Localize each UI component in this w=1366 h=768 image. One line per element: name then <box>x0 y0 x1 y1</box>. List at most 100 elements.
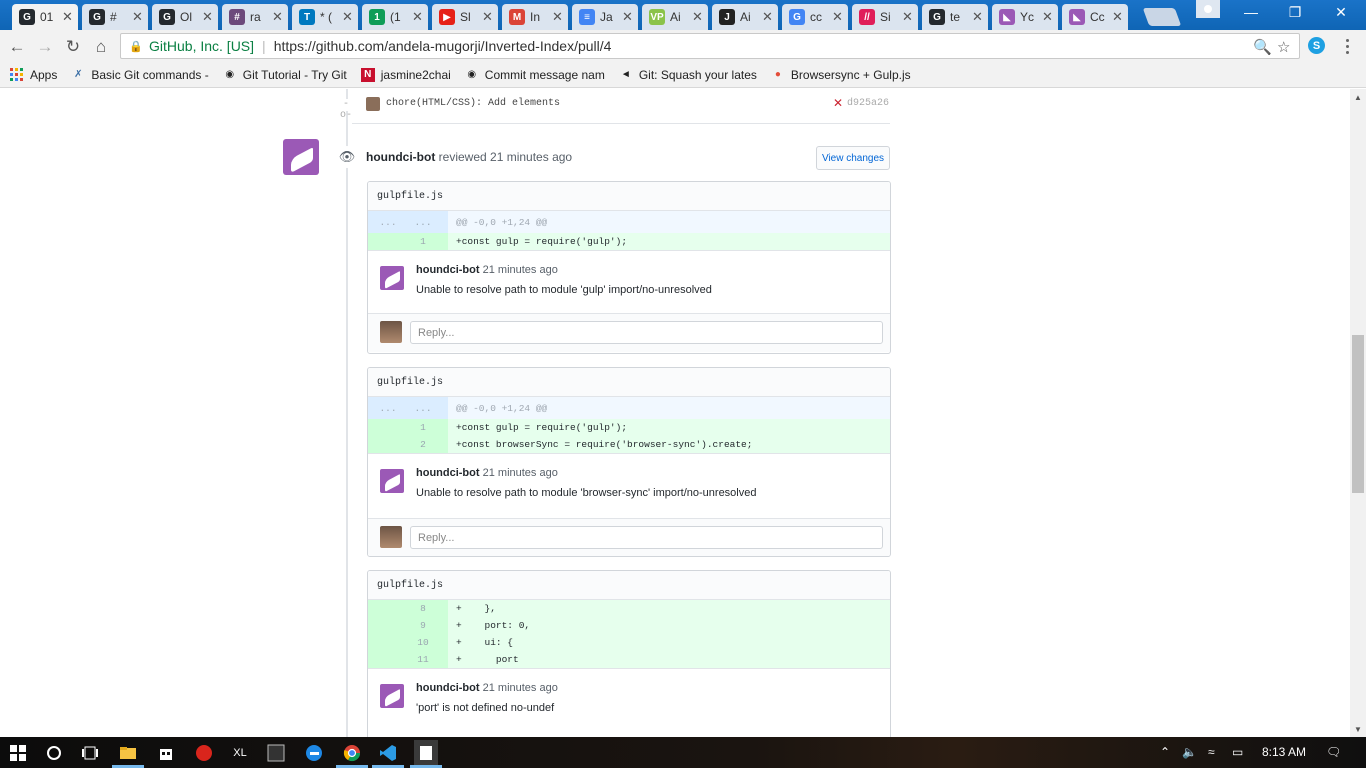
bookmark-item[interactable]: ● Browsersync + Gulp.js <box>771 68 911 82</box>
houndci-avatar[interactable] <box>380 469 404 493</box>
edge-icon[interactable] <box>304 743 324 763</box>
review-time[interactable]: 21 minutes ago <box>490 150 572 164</box>
houndci-avatar[interactable] <box>380 684 404 708</box>
scroll-up-arrow[interactable]: ▲ <box>1354 93 1362 102</box>
browser-tab[interactable]: # ra ✕ <box>222 4 288 30</box>
hunk-expand-right[interactable]: ... <box>408 403 438 414</box>
houndci-avatar[interactable] <box>380 266 404 290</box>
hunk-expand-left[interactable]: ... <box>368 217 408 228</box>
task-view-icon[interactable] <box>80 743 100 763</box>
kmplayer-icon[interactable] <box>266 743 286 763</box>
close-tab-icon[interactable]: ✕ <box>482 9 493 25</box>
close-tab-icon[interactable]: ✕ <box>62 9 73 25</box>
gom-player-icon[interactable] <box>194 743 214 763</box>
taskbar-clock[interactable]: 8:13 AM <box>1262 745 1306 759</box>
browser-tab[interactable]: ◣ Yc ✕ <box>992 4 1058 30</box>
browser-tab[interactable]: Gte ✕ <box>922 4 988 30</box>
browser-tab[interactable]: M In ✕ <box>502 4 568 30</box>
browser-tab[interactable]: 1 (1 ✕ <box>362 4 428 30</box>
browser-tab[interactable]: G # ✕ <box>82 4 148 30</box>
comment-author[interactable]: houndci-bot <box>416 682 480 694</box>
scroll-down-arrow[interactable]: ▼ <box>1354 725 1362 734</box>
action-center-icon[interactable]: 🗨 <box>1326 745 1341 759</box>
battery-icon[interactable]: ▭ <box>1232 745 1243 759</box>
view-changes-button[interactable]: View changes <box>816 146 890 170</box>
houndci-avatar[interactable] <box>283 139 319 175</box>
close-tab-icon[interactable]: ✕ <box>412 9 423 25</box>
start-icon[interactable] <box>8 743 28 763</box>
file-name[interactable]: gulpfile.js <box>368 182 890 211</box>
back-button[interactable]: ← <box>6 36 28 58</box>
chrome-icon[interactable] <box>342 743 362 763</box>
browser-tab[interactable]: ▶ Sl ✕ <box>432 4 498 30</box>
bookmark-star-icon[interactable]: ☆ <box>1277 38 1290 56</box>
wifi-icon[interactable]: ≈ <box>1208 745 1215 759</box>
tray-expand-icon[interactable]: ⌃ <box>1160 745 1170 759</box>
commit-sha-link[interactable]: d925a26 <box>847 98 889 109</box>
reply-input[interactable]: Reply... <box>410 321 883 344</box>
browser-tab[interactable]: // Si ✕ <box>852 4 918 30</box>
bookmark-item[interactable]: Njasmine2chai <box>360 67 451 82</box>
forward-button[interactable]: → <box>34 36 56 58</box>
close-tab-icon[interactable]: ✕ <box>1112 9 1123 25</box>
hunk-expand-right[interactable]: ... <box>408 217 438 228</box>
comment-time[interactable]: 21 minutes ago <box>483 467 558 479</box>
store-icon[interactable] <box>156 743 176 763</box>
line-number[interactable]: 8 <box>408 603 438 614</box>
reload-button[interactable]: ↻ <box>62 36 84 58</box>
restore-button[interactable]: ❐ <box>1272 4 1318 21</box>
close-tab-icon[interactable]: ✕ <box>832 9 843 25</box>
close-tab-icon[interactable]: ✕ <box>342 9 353 25</box>
bookmark-item[interactable]: ◄ Git: Squash your lates <box>619 68 757 82</box>
browser-tab[interactable]: Gcc ✕ <box>782 4 848 30</box>
file-name[interactable]: gulpfile.js <box>368 571 890 600</box>
line-number[interactable]: 1 <box>408 236 438 247</box>
browser-tab[interactable]: G 01 ✕ <box>12 4 78 30</box>
bookmark-item[interactable]: ◉ Git Tutorial - Try Git <box>223 68 346 82</box>
browser-tab[interactable]: VP Ai ✕ <box>642 4 708 30</box>
line-number[interactable]: 9 <box>408 620 438 631</box>
line-number[interactable]: 10 <box>408 637 438 648</box>
page-scrollbar[interactable]: ▲ ▼ <box>1350 89 1366 737</box>
commit-status-fail-icon[interactable]: ✕ <box>833 96 843 110</box>
line-number[interactable]: 1 <box>408 422 438 433</box>
chrome-menu-icon[interactable] <box>1342 37 1352 55</box>
close-tab-icon[interactable]: ✕ <box>622 9 633 25</box>
comment-author[interactable]: houndci-bot <box>416 467 480 479</box>
home-button[interactable]: ⌂ <box>90 36 112 58</box>
commit-message[interactable]: chore(HTML/CSS): Add elements <box>386 98 560 109</box>
close-tab-icon[interactable]: ✕ <box>762 9 773 25</box>
close-window-button[interactable]: ✕ <box>1318 4 1364 21</box>
url-text[interactable]: https://github.com/andela-mugorji/Invert… <box>274 38 612 54</box>
close-tab-icon[interactable]: ✕ <box>202 9 213 25</box>
comment-time[interactable]: 21 minutes ago <box>483 264 558 276</box>
line-number[interactable]: 11 <box>408 654 438 665</box>
close-tab-icon[interactable]: ✕ <box>1042 9 1053 25</box>
close-tab-icon[interactable]: ✕ <box>902 9 913 25</box>
notepad-icon[interactable] <box>414 740 438 766</box>
ev-certificate-label[interactable]: GitHub, Inc. [US] <box>149 38 254 54</box>
close-tab-icon[interactable]: ✕ <box>552 9 563 25</box>
address-bar[interactable]: 🔒 GitHub, Inc. [US] | https://github.com… <box>120 33 1300 59</box>
comment-author[interactable]: houndci-bot <box>416 264 480 276</box>
browser-tab[interactable]: ◣ Cc ✕ <box>1062 4 1128 30</box>
zoom-icon[interactable]: 🔍 <box>1253 38 1272 56</box>
vscode-icon[interactable] <box>378 743 398 763</box>
new-tab-button[interactable] <box>1142 8 1182 26</box>
browser-tab[interactable]: T * (✕ <box>292 4 358 30</box>
bookmark-item[interactable]: ◉ Commit message nam <box>465 68 604 82</box>
browser-tab[interactable]: ≡ Ja ✕ <box>572 4 638 30</box>
browser-tab[interactable]: J Ai ✕ <box>712 4 778 30</box>
browser-tab[interactable]: G Ol ✕ <box>152 4 218 30</box>
line-number[interactable]: 2 <box>408 439 438 450</box>
close-tab-icon[interactable]: ✕ <box>132 9 143 25</box>
volume-icon[interactable]: 🔈 <box>1182 745 1197 759</box>
hunk-expand-left[interactable]: ... <box>368 403 408 414</box>
comment-time[interactable]: 21 minutes ago <box>483 682 558 694</box>
commit-author-avatar[interactable] <box>366 97 380 111</box>
xl-app-icon[interactable]: XL <box>230 743 250 763</box>
reply-input[interactable]: Reply... <box>410 526 883 549</box>
close-tab-icon[interactable]: ✕ <box>692 9 703 25</box>
close-tab-icon[interactable]: ✕ <box>972 9 983 25</box>
bookmark-item[interactable]: ✗ Basic Git commands - <box>71 68 209 82</box>
